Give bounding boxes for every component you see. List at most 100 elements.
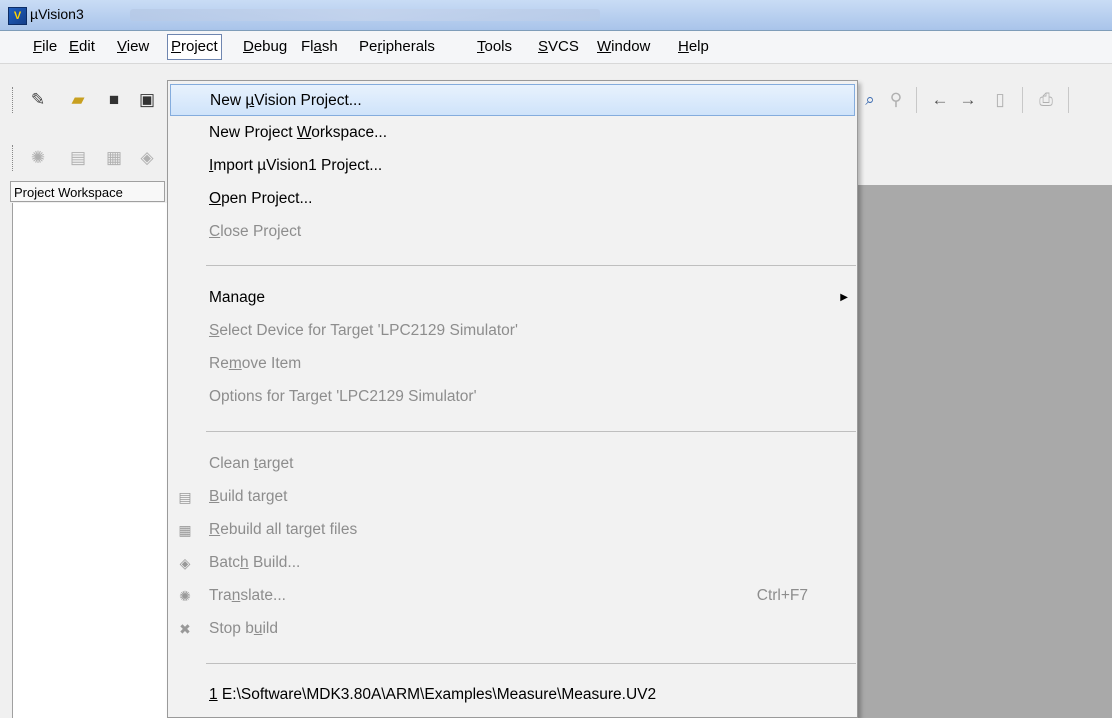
- submenu-arrow-icon: ▶: [840, 292, 848, 303]
- label-text: Fl: [301, 38, 314, 55]
- project-menu-item[interactable]: New µVision Project...: [170, 84, 855, 116]
- menu-item-label: Rebuild all target files: [209, 514, 357, 546]
- editor-area[interactable]: [858, 185, 1112, 718]
- uvision-app-icon[interactable]: V: [8, 7, 27, 25]
- new-file-icon[interactable]: ✎: [28, 90, 48, 110]
- toolbar-separator: [1068, 87, 1069, 113]
- open-folder-icon[interactable]: ▰: [68, 90, 88, 110]
- menu-svcs[interactable]: SVCS: [535, 35, 582, 59]
- mnemonic-key: a: [313, 38, 322, 55]
- project-menu-item[interactable]: 1 E:\Software\MDK3.80A\ARM\Examples\Meas…: [170, 679, 855, 711]
- forward-arrow-icon[interactable]: →: [958, 90, 978, 110]
- project-menu-item[interactable]: Import µVision1 Project...: [170, 150, 855, 182]
- label-text: mport µVision1 Project...: [213, 157, 383, 174]
- label-text: ebug: [253, 38, 288, 55]
- project-menu-item: Close Project: [170, 216, 855, 248]
- mnemonic-key: F: [33, 38, 43, 55]
- menu-item-label: Select Device for Target 'LPC2129 Simula…: [209, 315, 518, 347]
- project-menu-item: ✖ Stop build: [170, 613, 855, 645]
- batch-build-icon[interactable]: ◈: [137, 148, 157, 168]
- shortcut-label: Ctrl+F7: [756, 587, 808, 604]
- menu-item-label: Stop build: [209, 613, 278, 645]
- project-menu-item[interactable]: Manage ▶: [170, 282, 855, 314]
- mnemonic-key: D: [243, 38, 254, 55]
- menu-item-label: Close Project: [209, 216, 301, 248]
- label-text: arget: [258, 455, 294, 472]
- label-text: slate...: [240, 587, 286, 604]
- save-all-icon[interactable]: ▣: [137, 90, 157, 110]
- mnemonic-key: 1: [209, 686, 218, 703]
- edit-toolbar-right: ⌕ ⚲ ← → ▯ ⎙: [858, 81, 1112, 119]
- title-bar-blurred-text: [130, 9, 600, 21]
- mnemonic-key: H: [678, 38, 689, 55]
- mnemonic-key: S: [209, 322, 220, 339]
- find-in-files-icon[interactable]: ⌕: [860, 90, 880, 110]
- project-menu-item[interactable]: Open Project...: [170, 183, 855, 215]
- project-workspace-header: Project Workspace: [10, 181, 165, 202]
- label-text: New Project: [209, 124, 297, 141]
- menu-separator: [206, 663, 856, 664]
- save-icon[interactable]: ■: [104, 90, 124, 110]
- rebuild-icon[interactable]: ▦: [104, 148, 124, 168]
- label-text: New: [210, 92, 246, 109]
- menu-view[interactable]: View: [114, 35, 152, 59]
- menu-item-label: New µVision Project...: [210, 85, 362, 117]
- project-menu-dropdown: New µVision Project... New Project Worksp…: [167, 80, 858, 718]
- label-text: Build...: [248, 554, 301, 571]
- mnemonic-key: V: [117, 38, 127, 55]
- batch-build-icon: ◈: [179, 555, 191, 571]
- mnemonic-key: S: [538, 38, 549, 55]
- file-toolbar: ✎ ▰ ■ ▣: [0, 81, 170, 119]
- project-menu-item: Remove Item: [170, 348, 855, 380]
- toolbar-separator: [916, 87, 917, 113]
- build-target-icon: ▤: [178, 489, 192, 505]
- menu-item-label: Batch Build...: [209, 547, 300, 579]
- project-menu-item: ✺ Translate... Ctrl+F7: [170, 580, 855, 612]
- menu-debug[interactable]: Debug: [240, 35, 290, 59]
- label-text: ild: [262, 620, 278, 637]
- menu-flash[interactable]: Flash: [298, 35, 341, 59]
- stop-build-icon: ✖: [179, 621, 191, 637]
- mnemonic-key: R: [209, 521, 221, 538]
- rebuild-icon: ▦: [178, 522, 192, 538]
- menu-item-label: Clean target: [209, 448, 293, 480]
- menu-item-label: Manage: [209, 282, 265, 314]
- label-text: roject: [181, 38, 218, 55]
- menu-help[interactable]: Help: [675, 35, 712, 59]
- find-icon[interactable]: ⚲: [886, 90, 906, 110]
- menu-project[interactable]: Project: [167, 34, 222, 60]
- bookmark-icon[interactable]: ▯: [990, 90, 1010, 110]
- label-text: indow: [611, 38, 651, 55]
- toolbar-grip[interactable]: [12, 145, 15, 171]
- label-text: e: [256, 289, 266, 306]
- build-icon[interactable]: ▤: [68, 148, 88, 168]
- project-menu-item[interactable]: New Project Workspace...: [170, 117, 855, 149]
- project-menu-item: ◈ Batch Build...: [170, 547, 855, 579]
- translate-icon[interactable]: ✺: [28, 148, 48, 168]
- label-text: ile: [42, 38, 58, 55]
- menu-tools[interactable]: Tools: [474, 35, 515, 59]
- label-text: Options for Target 'LPC2129 Simulator': [209, 388, 477, 405]
- label-text: ipherals: [382, 38, 435, 55]
- label-text: pen Project...: [221, 190, 313, 207]
- menu-file[interactable]: File: [30, 35, 60, 59]
- label-text: elect Device for Target 'LPC2129 Simulat…: [219, 322, 518, 339]
- mnemonic-key: O: [209, 190, 222, 207]
- label-text: uild target: [219, 488, 288, 505]
- menu-peripherals[interactable]: Peripherals: [356, 35, 438, 59]
- toolbar-grip[interactable]: [12, 87, 15, 113]
- menu-item-label: Remove Item: [209, 348, 301, 380]
- label-text: Batc: [209, 554, 241, 571]
- label-text: Vision Project...: [254, 92, 362, 109]
- back-arrow-icon[interactable]: ←: [930, 90, 950, 110]
- menu-window[interactable]: Window: [594, 35, 653, 59]
- print-icon[interactable]: ⎙: [1036, 90, 1056, 110]
- menu-bar: File Edit View Project Debug Flash Peripherals…: [0, 31, 1112, 64]
- menu-edit[interactable]: Edit: [66, 35, 98, 59]
- project-workspace-pane[interactable]: [12, 203, 168, 718]
- label-text: Stop b: [209, 620, 254, 637]
- mnemonic-key: C: [209, 223, 221, 240]
- menu-separator: [206, 265, 856, 266]
- project-menu-item: Options for Target 'LPC2129 Simulator': [170, 381, 855, 413]
- translate-icon: ✺: [179, 588, 191, 604]
